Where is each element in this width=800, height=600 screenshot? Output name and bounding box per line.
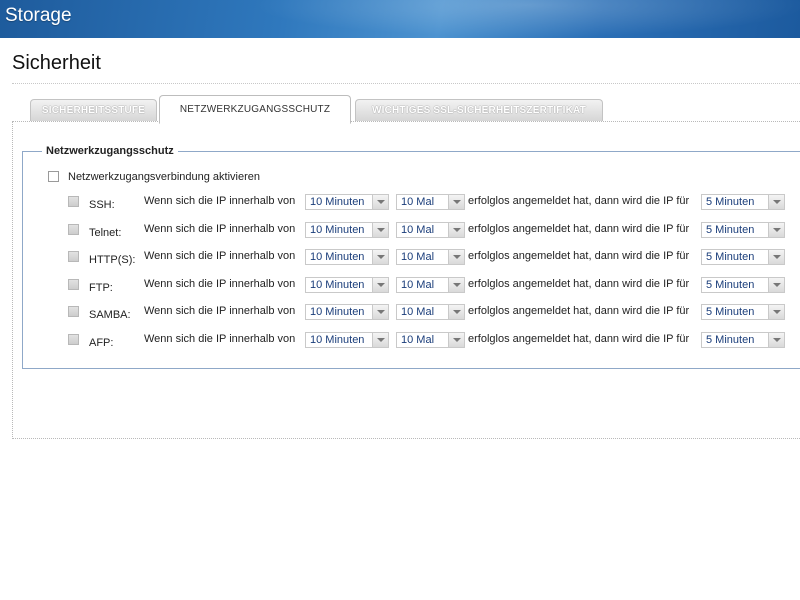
failed-text: erfolglos angemeldet hat, dann wird die … — [468, 250, 690, 262]
chevron-down-icon — [448, 250, 464, 264]
within-select-ftp[interactable]: 10 Minuten — [305, 276, 389, 293]
chevron-down-icon — [448, 222, 464, 237]
attempts-select-value: 10 Mal — [401, 223, 435, 236]
block-select-ftp[interactable]: 5 Minuten — [701, 276, 785, 293]
failed-text: erfolglos angemeldet hat, dann wird die … — [468, 305, 690, 317]
attempts-select-ssh[interactable]: 10 Mal — [396, 194, 465, 210]
chevron-down-icon — [768, 277, 784, 292]
block-select-value: 5 Minuten — [706, 223, 755, 236]
block-select-value: 5 Minuten — [706, 306, 755, 318]
service-checkbox-afp[interactable] — [68, 333, 79, 345]
chevron-down-icon — [768, 195, 784, 209]
within-select-value: 10 Minuten — [310, 306, 365, 318]
chevron-down-icon — [768, 222, 784, 237]
within-select-value: 10 Minuten — [310, 251, 365, 263]
chevron-down-icon — [448, 332, 464, 347]
chevron-down-icon — [372, 222, 388, 237]
service-label: AFP: — [89, 336, 114, 349]
tab-ssl-zertifikat[interactable]: WICHTIGES SSL-SICHERHEITSZERTIFIKAT — [355, 99, 603, 121]
chevron-down-icon — [768, 250, 784, 264]
tab-sicherheitsstufe[interactable]: SICHERHEITSSTUFE — [30, 99, 157, 121]
within-select-value: 10 Minuten — [310, 333, 365, 346]
chevron-down-icon — [448, 305, 464, 319]
chevron-down-icon — [768, 332, 784, 347]
attempts-select-value: 10 Mal — [401, 196, 435, 208]
block-select-https[interactable]: 5 Minuten — [701, 249, 785, 265]
service-checkbox-ftp[interactable] — [68, 278, 79, 290]
block-select-value: 5 Minuten — [706, 333, 755, 346]
within-select-samba[interactable]: 10 Minuten — [305, 304, 389, 320]
attempts-select-ftp[interactable]: 10 Mal — [396, 276, 465, 293]
within-text: Wenn sich die IP innerhalb von — [144, 222, 296, 235]
service-label: FTP: — [89, 281, 113, 294]
block-select-value: 5 Minuten — [706, 251, 755, 263]
chevron-down-icon — [372, 195, 388, 209]
failed-text: erfolglos angemeldet hat, dann wird die … — [468, 195, 690, 207]
within-text: Wenn sich die IP innerhalb von — [144, 250, 296, 262]
within-text: Wenn sich die IP innerhalb von — [144, 277, 296, 290]
block-select-value: 5 Minuten — [706, 196, 755, 208]
attempts-select-telnet[interactable]: 10 Mal — [396, 221, 465, 238]
service-label: Telnet: — [89, 226, 122, 239]
failed-text: erfolglos angemeldet hat, dann wird die … — [468, 332, 690, 345]
attempts-select-value: 10 Mal — [401, 306, 435, 318]
block-select-ssh[interactable]: 5 Minuten — [701, 194, 785, 210]
service-label: HTTP(S): — [89, 254, 136, 266]
service-checkbox-https[interactable] — [68, 251, 79, 262]
within-select-telnet[interactable]: 10 Minuten — [305, 221, 389, 238]
attempts-select-value: 10 Mal — [401, 251, 435, 263]
chevron-down-icon — [372, 332, 388, 347]
title-bar: Storage — [0, 0, 800, 38]
attempts-select-afp[interactable]: 10 Mal — [396, 331, 465, 348]
block-select-telnet[interactable]: 5 Minuten — [701, 221, 785, 238]
block-select-afp[interactable]: 5 Minuten — [701, 331, 785, 348]
service-checkbox-samba[interactable] — [68, 306, 79, 317]
chevron-down-icon — [448, 195, 464, 209]
block-select-samba[interactable]: 5 Minuten — [701, 304, 785, 320]
service-label: SAMBA: — [89, 309, 131, 321]
app-title: Storage — [5, 5, 72, 26]
within-text: Wenn sich die IP innerhalb von — [144, 195, 296, 207]
service-label: SSH: — [89, 199, 115, 211]
chevron-down-icon — [372, 250, 388, 264]
attempts-select-samba[interactable]: 10 Mal — [396, 304, 465, 320]
within-select-https[interactable]: 10 Minuten — [305, 249, 389, 265]
enable-label: Netzwerkzugangsverbindung aktivieren — [68, 171, 260, 183]
title-divider — [12, 83, 800, 84]
within-text: Wenn sich die IP innerhalb von — [144, 332, 296, 345]
failed-text: erfolglos angemeldet hat, dann wird die … — [468, 277, 690, 290]
attempts-select-value: 10 Mal — [401, 333, 435, 346]
within-select-value: 10 Minuten — [310, 223, 365, 236]
service-checkbox-telnet[interactable] — [68, 223, 79, 235]
block-select-value: 5 Minuten — [706, 278, 755, 291]
failed-text: erfolglos angemeldet hat, dann wird die … — [468, 222, 690, 235]
chevron-down-icon — [372, 305, 388, 319]
tab-netzwerkzugangsschutz[interactable]: NETZWERKZUGANGSSCHUTZ — [159, 95, 351, 124]
attempts-select-value: 10 Mal — [401, 278, 435, 291]
chevron-down-icon — [448, 277, 464, 292]
chevron-down-icon — [768, 305, 784, 319]
service-checkbox-ssh[interactable] — [68, 196, 79, 207]
section-legend: Netzwerkzugangsschutz — [42, 145, 178, 157]
within-text: Wenn sich die IP innerhalb von — [144, 305, 296, 317]
within-select-value: 10 Minuten — [310, 196, 365, 208]
within-select-value: 10 Minuten — [310, 278, 365, 291]
within-select-ssh[interactable]: 10 Minuten — [305, 194, 389, 210]
enable-checkbox[interactable] — [48, 171, 59, 182]
page-title: Sicherheit — [12, 52, 101, 74]
chevron-down-icon — [372, 277, 388, 292]
within-select-afp[interactable]: 10 Minuten — [305, 331, 389, 348]
attempts-select-https[interactable]: 10 Mal — [396, 249, 465, 265]
